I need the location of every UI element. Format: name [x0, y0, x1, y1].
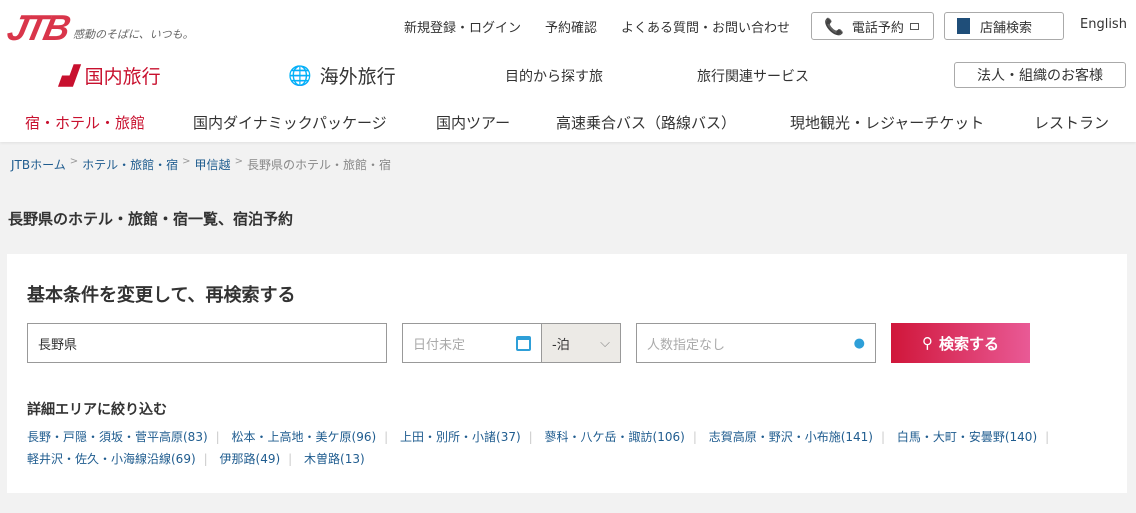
- japan-map-icon: ▟: [57, 64, 81, 87]
- corporate-button[interactable]: 法人・組織のお客様: [954, 62, 1126, 88]
- building-icon: [957, 18, 970, 34]
- area-link[interactable]: 軽井沢・佐久・小海線沿線(69): [27, 452, 196, 466]
- search-button[interactable]: ⚲ 検索する: [891, 323, 1030, 363]
- breadcrumb: JTBホーム > ホテル・旅館・宿 > 甲信越 > 長野県のホテル・旅館・宿: [11, 156, 391, 173]
- person-icon: ●: [853, 335, 865, 351]
- tab-domestic-tour[interactable]: 国内ツアー: [436, 112, 510, 133]
- tab-dynamic-package[interactable]: 国内ダイナミックパッケージ: [193, 112, 387, 133]
- page-title: 長野県のホテル・旅館・宿一覧、宿泊予約: [8, 210, 294, 228]
- chevron-down-icon: ⌵: [600, 335, 610, 351]
- top-links: 新規登録・ログイン 予約確認 よくある質問・お問い合わせ: [404, 17, 790, 36]
- chevron-right-icon: >: [234, 156, 243, 167]
- breadcrumb-hotels[interactable]: ホテル・旅館・宿: [82, 156, 178, 173]
- area-link[interactable]: 長野・戸隠・須坂・菅平高原(83): [27, 430, 208, 444]
- nights-select[interactable]: -泊 ⌵: [541, 323, 621, 363]
- jtb-logo[interactable]: JTB 感動のそばに、いつも。: [4, 7, 194, 48]
- guests-input[interactable]: 人数指定なし ●: [636, 323, 876, 363]
- phone-icon: 📞: [824, 16, 844, 36]
- breadcrumb-home[interactable]: JTBホーム: [11, 156, 66, 173]
- area-link[interactable]: 木曽路(13): [304, 452, 365, 466]
- nav-services[interactable]: 旅行関連サービス: [697, 66, 809, 86]
- search-icon: ⚲: [921, 334, 933, 352]
- tab-activities[interactable]: 現地観光・レジャーチケット: [790, 112, 984, 133]
- area-list: 長野・戸隠・須坂・菅平高原(83) | 松本・上高地・美ケ原(96) | 上田・別所…: [27, 430, 1050, 466]
- nav-domestic[interactable]: ▟ 国内旅行: [58, 62, 161, 89]
- logo-mark: JTB: [3, 7, 72, 48]
- login-link[interactable]: 新規登録・ログイン: [404, 17, 521, 36]
- breadcrumb-current: 長野県のホテル・旅館・宿: [246, 158, 391, 172]
- area-link[interactable]: 志賀高原・野沢・小布施(141): [709, 430, 873, 444]
- date-input[interactable]: 日付未定: [402, 323, 542, 363]
- calendar-icon: [516, 335, 531, 351]
- search-panel: 基本条件を変更して、再検索する 長野県 日付未定 -泊 ⌵ 人数指定なし ● ⚲…: [7, 254, 1127, 493]
- area-link[interactable]: 蓼科・八ケ岳・諏訪(106): [545, 430, 685, 444]
- area-filter-title: 詳細エリアに絞り込む: [27, 402, 167, 418]
- phone-reservation-button[interactable]: 📞 電話予約: [811, 12, 934, 40]
- area-link[interactable]: 伊那路(49): [220, 452, 281, 466]
- area-link[interactable]: 松本・上高地・美ケ原(96): [232, 430, 377, 444]
- nav-purpose[interactable]: 目的から探す旅: [505, 66, 603, 86]
- external-window-icon: [909, 22, 919, 30]
- destination-input[interactable]: 長野県: [27, 323, 387, 363]
- store-search-button[interactable]: 店舗検索: [944, 12, 1064, 40]
- nav-overseas[interactable]: 🌐 海外旅行: [288, 62, 396, 89]
- globe-icon: 🌐: [288, 65, 312, 87]
- chevron-right-icon: >: [182, 156, 191, 167]
- tab-restaurant[interactable]: レストラン: [1034, 112, 1109, 133]
- english-link[interactable]: English: [1080, 17, 1127, 32]
- site-header: JTB 感動のそばに、いつも。 新規登録・ログイン 予約確認 よくある質問・お問…: [0, 0, 1136, 142]
- area-link[interactable]: 上田・別所・小諸(37): [400, 430, 521, 444]
- breadcrumb-region[interactable]: 甲信越: [195, 156, 231, 173]
- tab-highway-bus[interactable]: 高速乗合バス（路線バス）: [556, 112, 736, 133]
- chevron-right-icon: >: [69, 156, 79, 167]
- area-link[interactable]: 白馬・大町・安曇野(140): [897, 430, 1037, 444]
- reservation-check-link[interactable]: 予約確認: [545, 17, 597, 36]
- tab-hotels[interactable]: 宿・ホテル・旅館: [25, 112, 145, 133]
- faq-link[interactable]: よくある質問・お問い合わせ: [621, 17, 790, 36]
- search-panel-title: 基本条件を変更して、再検索する: [27, 285, 296, 306]
- logo-tagline: 感動のそばに、いつも。: [73, 28, 194, 41]
